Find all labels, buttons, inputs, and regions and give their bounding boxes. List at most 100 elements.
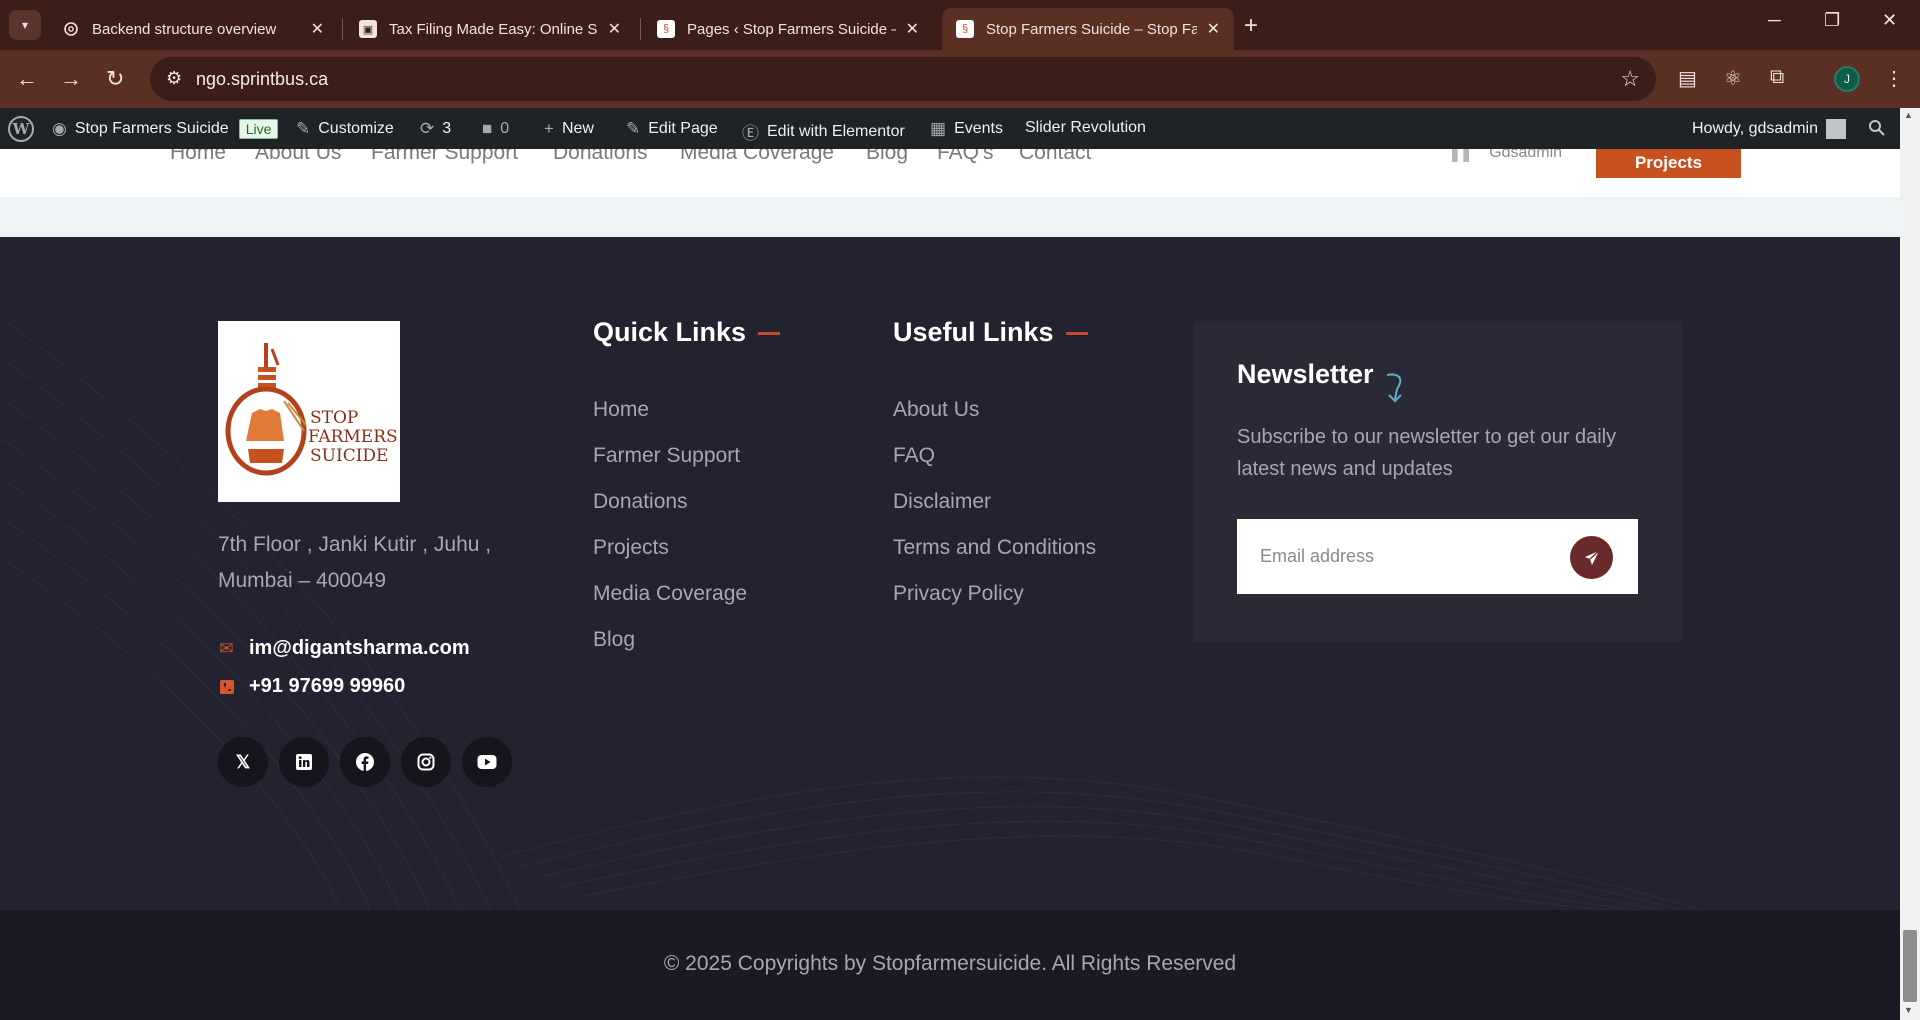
new-tab-button[interactable]: + xyxy=(1244,12,1258,40)
admin-updates[interactable]: ⟳ 3 xyxy=(420,119,451,139)
tab-title: Stop Farmers Suicide – Stop Far xyxy=(986,20,1197,38)
copyright-text: © 2025 Copyrights by Stopfarmersuicide. … xyxy=(663,952,1237,975)
quick-link-farmer-support[interactable]: Farmer Support xyxy=(593,444,740,468)
nav-blog[interactable]: Blog xyxy=(866,149,908,165)
phone-text[interactable]: +91 97699 99960 xyxy=(249,675,405,698)
site-header: Home About Us Farmer Support Donations M… xyxy=(0,149,1900,197)
quick-link-media-coverage[interactable]: Media Coverage xyxy=(593,582,747,606)
window-close-icon[interactable]: ✕ xyxy=(1882,10,1897,31)
close-icon[interactable]: ✕ xyxy=(906,19,919,39)
browser-tab[interactable]: ▣ Tax Filing Made Easy: Online Sol ✕ xyxy=(345,8,635,50)
nav-home[interactable]: Home xyxy=(170,149,226,165)
updates-icon: ⟳ xyxy=(420,119,435,138)
site-logo-icon: § xyxy=(956,20,974,38)
useful-links-heading: Useful Links xyxy=(893,317,1088,348)
header-user[interactable]: ▌▌ Gdsadmin xyxy=(1452,149,1562,162)
wp-admin-bar: W ◉ Stop Farmers Suicide Live ✎ Customiz… xyxy=(0,108,1900,149)
admin-events[interactable]: ▦ Events xyxy=(930,119,1003,139)
nav-contact[interactable]: Contact xyxy=(1019,149,1091,165)
logo-wordmark: STOP FARMERS SUICIDE xyxy=(308,409,398,466)
site-settings-icon[interactable]: ⚙ xyxy=(166,68,182,89)
projects-button[interactable]: Projects xyxy=(1596,149,1741,178)
reload-icon[interactable]: ↻ xyxy=(106,66,124,92)
useful-link-privacy[interactable]: Privacy Policy xyxy=(893,582,1024,606)
extensions-puzzle-icon[interactable]: ⧉ xyxy=(1770,66,1784,89)
facebook-icon[interactable] xyxy=(340,737,390,787)
linkedin-icon[interactable] xyxy=(279,737,329,787)
browser-tab-active[interactable]: § Stop Farmers Suicide – Stop Far ✕ xyxy=(942,8,1234,50)
scroll-up-arrow-icon[interactable]: ▲ xyxy=(1904,110,1913,120)
url-text[interactable]: ngo.sprintbus.ca xyxy=(196,69,328,90)
restore-icon[interactable]: ❐ xyxy=(1824,10,1840,31)
useful-link-terms[interactable]: Terms and Conditions xyxy=(893,536,1096,560)
useful-link-disclaimer[interactable]: Disclaimer xyxy=(893,490,991,514)
forward-icon[interactable]: → xyxy=(60,66,82,92)
useful-link-faq[interactable]: FAQ xyxy=(893,444,935,468)
close-icon[interactable]: ✕ xyxy=(1207,19,1220,39)
tab-separator xyxy=(640,18,641,40)
quick-links-heading: Quick Links xyxy=(593,317,781,348)
comment-icon: ■ xyxy=(482,119,493,138)
browser-tab[interactable]: Backend structure overview ✕ xyxy=(48,8,338,50)
instagram-icon[interactable] xyxy=(401,737,451,787)
tab-title: Backend structure overview xyxy=(92,20,277,38)
logo-word-3: SUICIDE xyxy=(310,446,389,466)
admin-comments[interactable]: ■ 0 xyxy=(482,119,509,139)
nav-media-coverage[interactable]: Media Coverage xyxy=(680,149,834,165)
site-logo-icon: § xyxy=(657,20,675,38)
wordpress-logo-icon[interactable]: W xyxy=(8,116,34,142)
newsletter-form xyxy=(1237,519,1638,594)
customize-label: Customize xyxy=(318,120,394,137)
x-icon[interactable]: 𝕏 xyxy=(218,737,268,787)
site-footer: STOP FARMERS SUICIDE 7th Floor , Janki K… xyxy=(0,237,1900,910)
close-icon[interactable]: ✕ xyxy=(608,19,621,39)
slider-revolution-label: Slider Revolution xyxy=(1025,119,1146,136)
bookmark-star-icon[interactable]: ☆ xyxy=(1620,66,1640,92)
admin-customize[interactable]: ✎ Customize xyxy=(296,119,394,139)
admin-slider-revolution[interactable]: Slider Revolution xyxy=(1025,119,1146,137)
useful-links-title: Useful Links xyxy=(893,317,1054,347)
quick-link-donations[interactable]: Donations xyxy=(593,490,688,514)
page-scrollbar[interactable] xyxy=(1900,108,1920,1020)
footer-phone[interactable]: +91 97699 99960 xyxy=(218,675,405,698)
profile-avatar[interactable]: J xyxy=(1834,66,1860,92)
send-button[interactable] xyxy=(1570,536,1613,579)
tab-search-button[interactable]: ▾ xyxy=(9,10,41,40)
minimize-icon[interactable]: ─ xyxy=(1768,10,1781,31)
admin-account[interactable]: Howdy, gdsadmin xyxy=(1692,119,1846,139)
useful-link-about[interactable]: About Us xyxy=(893,398,979,422)
browser-tab[interactable]: § Pages ‹ Stop Farmers Suicide — ✕ xyxy=(643,8,933,50)
admin-edit-page[interactable]: ✎ Edit Page xyxy=(626,119,718,139)
email-input[interactable] xyxy=(1237,519,1557,594)
extension-icon[interactable]: ▤ xyxy=(1678,66,1697,91)
envelope-icon: ✉ xyxy=(219,638,234,658)
react-devtools-icon[interactable]: ⚛ xyxy=(1724,66,1742,91)
scroll-down-arrow-icon[interactable]: ▼ xyxy=(1904,1005,1913,1015)
email-text[interactable]: im@digantsharma.com xyxy=(249,637,470,660)
curved-arrow-icon xyxy=(1386,373,1402,403)
quick-link-home[interactable]: Home xyxy=(593,398,649,422)
scrollbar-thumb[interactable] xyxy=(1903,930,1917,1002)
admin-site-name[interactable]: ◉ Stop Farmers Suicide Live xyxy=(52,119,279,139)
youtube-icon[interactable] xyxy=(462,737,512,787)
admin-edit-elementor[interactable]: Ⓔ Edit with Elementor xyxy=(742,119,905,144)
quick-link-projects[interactable]: Projects xyxy=(593,536,669,560)
menu-dots-icon[interactable]: ⋮ xyxy=(1884,66,1904,91)
nav-faq[interactable]: FAQ's xyxy=(937,149,994,165)
back-icon[interactable]: ← xyxy=(16,66,38,92)
tab-title: Tax Filing Made Easy: Online Sol xyxy=(389,20,598,38)
admin-new[interactable]: + New xyxy=(544,119,594,139)
phone-icon xyxy=(218,678,235,695)
nav-donations[interactable]: Donations xyxy=(553,149,648,165)
avatar xyxy=(1825,119,1846,139)
nav-farmer-support[interactable]: Farmer Support xyxy=(371,149,518,165)
search-icon[interactable] xyxy=(1868,119,1886,137)
footer-logo[interactable]: STOP FARMERS SUICIDE xyxy=(218,321,400,502)
nav-about[interactable]: About Us xyxy=(255,149,341,165)
quick-link-blog[interactable]: Blog xyxy=(593,628,635,652)
address-bar[interactable]: ⚙ ngo.sprintbus.ca ☆ xyxy=(150,57,1656,101)
footer-email[interactable]: ✉ im@digantsharma.com xyxy=(218,637,470,660)
plus-icon: + xyxy=(544,119,554,138)
newsletter-card: Newsletter Subscribe to our newsletter t… xyxy=(1193,321,1682,642)
close-icon[interactable]: ✕ xyxy=(311,19,324,39)
